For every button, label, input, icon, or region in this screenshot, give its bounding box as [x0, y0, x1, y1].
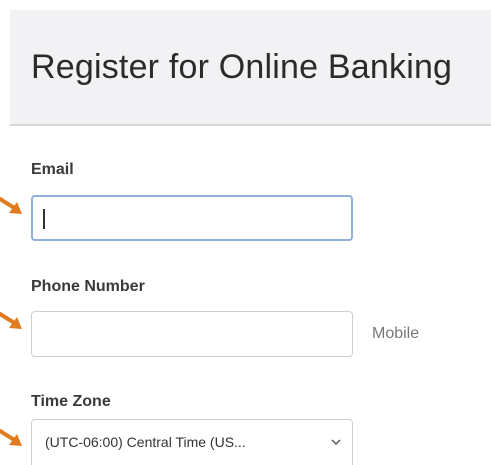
email-field[interactable] [31, 195, 353, 241]
phone-type-label: Mobile [372, 325, 420, 342]
email-label: Email [31, 161, 74, 178]
phone-number-label: Phone Number [31, 278, 145, 295]
time-zone-label: Time Zone [31, 393, 111, 410]
registration-page: Register for Online Banking Email Phone … [0, 0, 491, 465]
timezone-pointer-arrow-icon [0, 429, 22, 446]
time-zone-select[interactable]: (UTC-06:00) Central Time (US... [31, 419, 353, 465]
chevron-down-icon [331, 439, 341, 446]
phone-number-field[interactable] [31, 311, 353, 357]
page-title: Register for Online Banking [31, 48, 453, 86]
time-zone-selected-value: (UTC-06:00) Central Time (US... [45, 434, 246, 450]
email-pointer-arrow-icon [0, 197, 22, 214]
text-caret [43, 209, 45, 229]
phone-pointer-arrow-icon [0, 312, 22, 329]
page-header: Register for Online Banking [10, 10, 491, 126]
